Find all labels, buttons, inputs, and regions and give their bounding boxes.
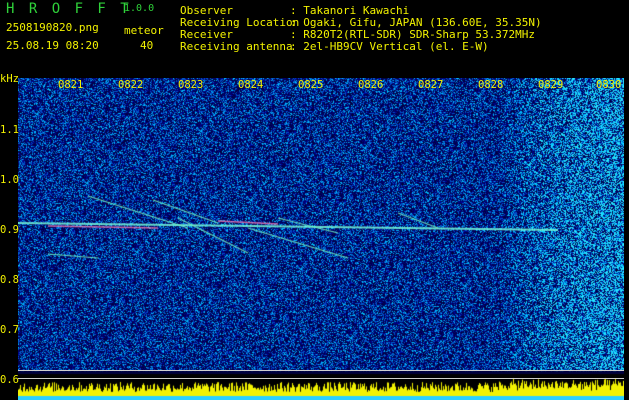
y-tick-label: 1.0 [0, 174, 19, 186]
file-name: 2508190820.png [6, 21, 99, 34]
band-divider-line [18, 378, 624, 379]
info-value-receiver: : R820T2(RTL-SDR) SDR-Sharp 53.372MHz [290, 28, 536, 41]
info-key-antenna: Receiving antenna [180, 40, 293, 53]
info-value-observer: : Takanori Kawachi [290, 4, 410, 17]
spectrogram-panel [18, 78, 624, 400]
x-tick-label: 0830 [596, 79, 622, 91]
x-tick-label: 0825 [298, 79, 324, 91]
x-tick-label: 0827 [418, 79, 444, 91]
x-tick-label: 0823 [178, 79, 204, 91]
meteor-label: meteor [124, 24, 164, 37]
spectrogram-canvas [18, 78, 624, 400]
y-tick-label: 0.7 [0, 324, 19, 336]
x-tick-label: 0828 [478, 79, 504, 91]
info-key-location: Receiving Location [180, 16, 300, 29]
y-tick-label: 0.9 [0, 224, 19, 236]
header-panel: H R O F F T 1.0.0 2508190820.png meteor … [0, 0, 629, 78]
x-tick-label: 0824 [238, 79, 264, 91]
x-tick-label: 0829 [538, 79, 564, 91]
y-tick-label: 0.6 [0, 374, 19, 386]
x-tick-label: 0821 [58, 79, 84, 91]
timestamp: 25.08.19 08:20 [6, 39, 99, 52]
y-tick-label: 0.8 [0, 274, 19, 286]
y-tick-label: 1.1 [0, 124, 19, 136]
app-version: 1.0.0 [124, 3, 155, 14]
info-key-observer: Observer [180, 4, 233, 17]
info-value-antenna: : 2el-HB9CV Vertical (el. E-W) [290, 40, 489, 53]
x-tick-label: 0826 [358, 79, 384, 91]
y-axis-unit: kHz [0, 73, 19, 85]
info-value-location: : Ogaki, Gifu, JAPAN (136.60E, 35.35N) [290, 16, 542, 29]
meteor-count: 40 [140, 39, 154, 52]
band-divider-line [18, 370, 624, 371]
app-title: H R O F F T [6, 1, 132, 17]
info-key-receiver: Receiver [180, 28, 233, 41]
x-tick-label: 0822 [118, 79, 144, 91]
